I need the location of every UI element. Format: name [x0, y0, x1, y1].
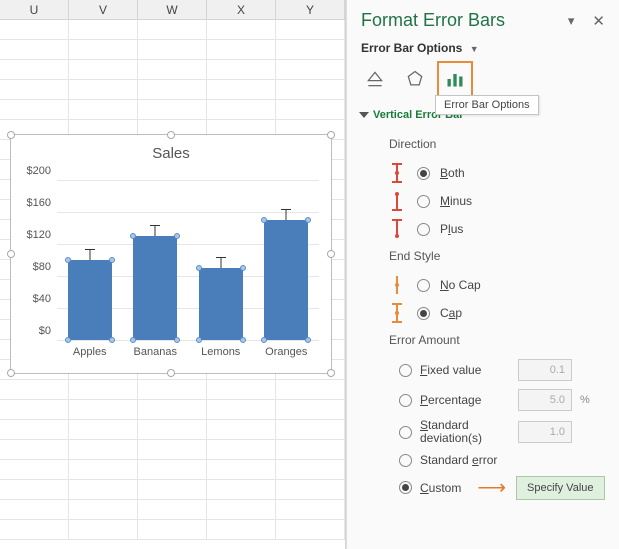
amount-stderr-radio[interactable]: Standard error [373, 449, 605, 471]
direction-both-radio[interactable]: Both [373, 159, 605, 187]
tooltip: Error Bar Options [435, 95, 539, 115]
amount-percentage-radio[interactable]: Percentage 5.0 % [373, 385, 605, 415]
nocap-icon [385, 273, 409, 297]
chart-title[interactable]: Sales [11, 145, 331, 162]
plus-icon [385, 217, 409, 241]
chart-plot-area[interactable]: $0$40$80$120$160$200 [57, 180, 319, 340]
both-icon [385, 161, 409, 185]
amount-custom-radio[interactable] [399, 481, 412, 494]
direction-label: Direction [373, 131, 605, 159]
col-header[interactable]: V [69, 0, 138, 19]
end-style-label: End Style [373, 243, 605, 271]
col-header[interactable]: U [0, 0, 69, 19]
chevron-down-icon[interactable]: ▼ [470, 44, 479, 54]
amount-fixed-radio[interactable]: Fixed value 0.1 [373, 355, 605, 385]
amount-stddev-radio[interactable]: Standarddeviation(s) 1.0 [373, 415, 605, 449]
error-bar-options-dropdown[interactable]: Error Bar Options [361, 41, 462, 55]
fixed-value-input: 0.1 [518, 359, 572, 381]
chart-object[interactable]: Sales $0$40$80$120$160$200 ApplesBananas… [10, 134, 332, 374]
specify-value-button[interactable]: Specify Value [516, 476, 604, 500]
minus-icon [385, 189, 409, 213]
annotation-arrow: ⟶ [477, 475, 506, 500]
col-header[interactable]: Y [276, 0, 345, 19]
stddev-input: 1.0 [518, 421, 572, 443]
percentage-input: 5.0 [518, 389, 572, 411]
endstyle-cap-radio[interactable]: Cap [373, 299, 605, 327]
effects-icon[interactable] [401, 65, 429, 93]
panel-dropdown-icon[interactable]: ▾ [568, 13, 575, 29]
panel-close-icon[interactable]: ✕ [592, 12, 605, 30]
format-error-bars-panel: Format Error Bars ▾ ✕ Error Bar Options … [346, 0, 619, 549]
error-amount-label: Error Amount [373, 327, 605, 355]
col-header[interactable]: W [138, 0, 207, 19]
bar-chart-options-icon[interactable] [441, 65, 469, 93]
direction-minus-radio[interactable]: Minus [373, 187, 605, 215]
fill-line-icon[interactable] [361, 65, 389, 93]
direction-plus-radio[interactable]: Plus [373, 215, 605, 243]
col-header[interactable]: X [207, 0, 276, 19]
cap-icon [385, 301, 409, 325]
endstyle-nocap-radio[interactable]: No Cap [373, 271, 605, 299]
panel-title: Format Error Bars [361, 10, 505, 31]
percent-sign: % [580, 394, 590, 406]
